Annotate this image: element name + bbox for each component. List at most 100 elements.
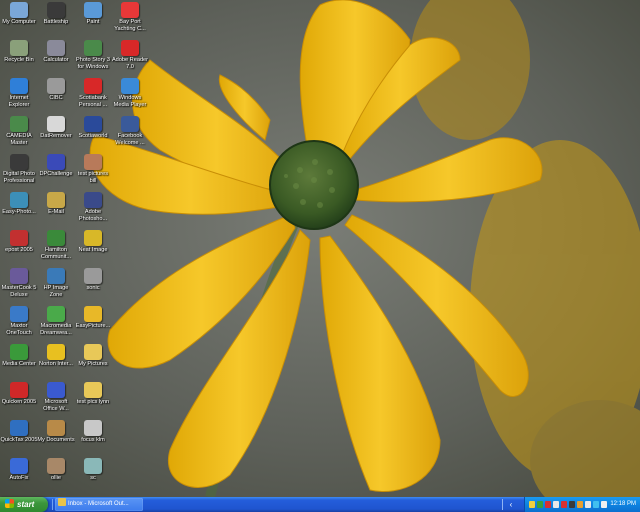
- desktop-icon[interactable]: MasterCook 5 Deluxe: [0, 266, 38, 306]
- tray-icon[interactable]: [561, 501, 567, 508]
- desktop-icon[interactable]: Media Center: [0, 342, 38, 382]
- desktop[interactable]: My Computer Recycle Bin Internet Explorer C…: [0, 0, 640, 497]
- desktop-icon[interactable]: ollie: [37, 456, 75, 496]
- desktop-icon-label: Calculator: [43, 57, 69, 63]
- desktop-icon[interactable]: CIBC: [37, 76, 75, 116]
- desktop-icon[interactable]: Scotiabank Personal ...: [74, 76, 112, 116]
- tray-icon[interactable]: [585, 501, 591, 508]
- epost-icon: [10, 230, 28, 246]
- desktop-icon-label: HP Image Zone: [43, 285, 69, 298]
- tray-icon[interactable]: [601, 501, 607, 508]
- windows-logo-icon: [5, 499, 14, 508]
- bay-port-yachting-icon: [121, 2, 139, 18]
- desktop-icon-label: Windows Media Player: [113, 95, 147, 108]
- desktop-icon[interactable]: Quicken 2005: [0, 380, 38, 420]
- desktop-icon[interactable]: My Pictures: [74, 342, 112, 382]
- desktop-icon-label: Macromedia Dreamwea...: [40, 323, 72, 336]
- desktop-icon[interactable]: Battleship: [37, 0, 75, 40]
- desktop-icon[interactable]: AutoFix: [0, 456, 38, 496]
- desktop-icon-label: test pictures bill: [77, 171, 109, 184]
- internet-explorer-icon: [10, 78, 28, 94]
- desktop-icon[interactable]: QuickTax 2005: [0, 418, 38, 458]
- desktop-icon-label: E-Mail: [48, 209, 64, 215]
- desktop-icon[interactable]: Adobe Reader 7.0: [111, 38, 149, 78]
- desktop-icon[interactable]: Norton Inter...: [37, 342, 75, 382]
- desktop-icon[interactable]: sc: [74, 456, 112, 496]
- clock[interactable]: 12:18 PM: [610, 497, 636, 512]
- desktop-icon[interactable]: Windows Media Player: [111, 76, 149, 116]
- desktop-icon-label: sc: [90, 475, 96, 481]
- desktop-icon[interactable]: Scotiaworld: [74, 114, 112, 154]
- desktop-icon-label: epost 2005: [5, 247, 33, 253]
- tray-icon[interactable]: [537, 501, 543, 508]
- desktop-icon[interactable]: Adobe Photosho...: [74, 190, 112, 230]
- desktop-icon-label: Digital Photo Professional: [3, 171, 35, 184]
- tray-icon[interactable]: [593, 501, 599, 508]
- tray-icon[interactable]: [569, 501, 575, 508]
- desktop-icon[interactable]: Maxtor OneTouch: [0, 304, 38, 344]
- tray-icon[interactable]: [577, 501, 583, 508]
- desktop-icon[interactable]: Easy-Photo...: [0, 190, 38, 230]
- desktop-icon[interactable]: test pics lynn: [74, 380, 112, 420]
- desktop-icon[interactable]: E-Mail: [37, 190, 75, 230]
- desktop-icon[interactable]: DPChallenge: [37, 152, 75, 192]
- desktop-icon-label: Maxtor OneTouch: [6, 323, 32, 336]
- desktop-icon[interactable]: test pictures bill: [74, 152, 112, 192]
- desktop-icon[interactable]: Internet Explorer: [0, 76, 38, 116]
- tray-expand-icon[interactable]: ‹: [506, 498, 516, 511]
- desktop-icon-label: Media Center: [2, 361, 36, 367]
- desktop-icon-label: Internet Explorer: [8, 95, 30, 108]
- desktop-icon[interactable]: Recycle Bin: [0, 38, 38, 78]
- start-label: start: [17, 500, 35, 509]
- desktop-icon[interactable]: EasyPicture...: [74, 304, 112, 344]
- desktop-icon[interactable]: My Computer: [0, 0, 38, 40]
- taskbar-button-label: Inbox - Microsoft Out...: [68, 501, 129, 507]
- desktop-icon[interactable]: Paint: [74, 0, 112, 40]
- desktop-icon[interactable]: CAMEDIA Master: [0, 114, 38, 154]
- tray-icon[interactable]: [553, 501, 559, 508]
- autofix-icon: [10, 458, 28, 474]
- desktop-icon-label: Easy-Photo...: [2, 209, 36, 215]
- taskbar: start Inbox - Microsoft Out... ‹ 12:18 P…: [0, 497, 640, 512]
- desktop-icon-label: Scotiabank Personal ...: [78, 95, 108, 108]
- desktop-icon[interactable]: Digital Photo Professional: [0, 152, 38, 192]
- dpchallenge-icon: [47, 154, 65, 170]
- desktop-icon[interactable]: focus klm: [74, 418, 112, 458]
- tray-icon[interactable]: [529, 501, 535, 508]
- my-pictures-icon: [84, 344, 102, 360]
- desktop-icon-label: Paint: [86, 19, 100, 25]
- desktop-icon[interactable]: DatRemover: [37, 114, 75, 154]
- desktop-icon-label: ollie: [51, 475, 61, 481]
- desktop-icon[interactable]: My Documents: [37, 418, 75, 458]
- desktop-icon[interactable]: epost 2005: [0, 228, 38, 268]
- email-icon: [47, 192, 65, 208]
- neat-image-icon: [84, 230, 102, 246]
- system-tray: 12:18 PM: [524, 497, 640, 512]
- tray-icon[interactable]: [545, 501, 551, 508]
- desktop-icon[interactable]: sonic: [74, 266, 112, 306]
- desktop-icon-label: Bay Port Yachting C...: [114, 19, 146, 32]
- desktop-icon[interactable]: Bay Port Yachting C...: [111, 0, 149, 40]
- my-documents-icon: [47, 420, 65, 436]
- desktop-icon[interactable]: Macromedia Dreamwea...: [37, 304, 75, 344]
- adobe-photoshop-icon: [84, 192, 102, 208]
- desktop-icon-label: Adobe Reader 7.0: [111, 57, 149, 70]
- outlook-icon: [58, 498, 66, 506]
- desktop-icon-label: Photo Story 3 for Windows: [76, 57, 110, 70]
- ollie-icon: [47, 458, 65, 474]
- tray-divider: [502, 499, 503, 510]
- desktop-icon[interactable]: Facebook Welcome ...: [111, 114, 149, 154]
- desktop-icon-label: Scotiaworld: [78, 133, 108, 139]
- desktop-icon[interactable]: Hamilton Communit...: [37, 228, 75, 268]
- desktop-icon[interactable]: HP Image Zone: [37, 266, 75, 306]
- desktop-icon[interactable]: Calculator: [37, 38, 75, 78]
- desktop-icon[interactable]: Microsoft Office W...: [37, 380, 75, 420]
- desktop-icon[interactable]: Neat Image: [74, 228, 112, 268]
- desktop-icon[interactable]: Photo Story 3 for Windows: [74, 38, 112, 78]
- hamilton-community-icon: [47, 230, 65, 246]
- desktop-icon-label: Facebook Welcome ...: [115, 133, 145, 146]
- norton-icon: [47, 344, 65, 360]
- start-button[interactable]: start: [0, 497, 48, 512]
- taskbar-button-inbox[interactable]: Inbox - Microsoft Out...: [55, 498, 143, 511]
- desktop-icon-label: DPChallenge: [39, 171, 73, 177]
